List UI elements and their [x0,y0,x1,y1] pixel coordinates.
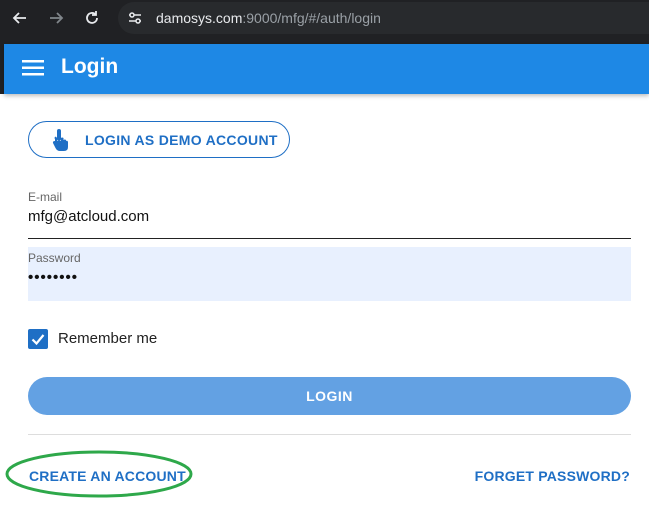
password-input[interactable]: •••••••• [28,269,78,286]
checkmark-icon [31,334,45,346]
back-arrow-icon[interactable] [8,6,32,30]
demo-button-label: LOGIN AS DEMO ACCOUNT [85,132,278,148]
login-button-label: LOGIN [306,388,353,404]
login-as-demo-button[interactable]: LOGIN AS DEMO ACCOUNT [28,121,290,158]
reload-icon[interactable] [80,6,104,30]
password-field[interactable]: Password •••••••• [28,247,631,301]
create-account-link[interactable]: CREATE AN ACCOUNT [29,468,186,484]
page-title: Login [61,55,119,78]
app-bar: Login [4,44,649,94]
password-label: Password [28,251,81,265]
app-bar-wrapper: Login [0,36,649,94]
url-text[interactable]: damosys.com:9000/mfg/#/auth/login [156,10,381,26]
forget-password-link[interactable]: FORGET PASSWORD? [475,468,630,484]
url-path: :9000/mfg/#/auth/login [242,10,381,26]
divider [28,434,631,435]
email-label: E-mail [28,190,63,204]
url-host: damosys.com [156,10,243,26]
email-input[interactable]: mfg@atcloud.com [28,208,149,225]
forward-arrow-icon[interactable] [44,6,68,30]
login-button[interactable]: LOGIN [28,377,631,415]
site-info-icon[interactable] [126,9,144,27]
pointing-hand-icon [50,128,72,152]
remember-me-checkbox[interactable] [28,329,48,349]
browser-toolbar: damosys.com:9000/mfg/#/auth/login [0,0,649,36]
remember-me-label: Remember me [58,330,158,347]
email-field[interactable]: E-mail mfg@atcloud.com [28,186,631,239]
address-bar[interactable]: damosys.com:9000/mfg/#/auth/login [118,2,649,34]
hamburger-menu-icon[interactable] [22,58,46,78]
